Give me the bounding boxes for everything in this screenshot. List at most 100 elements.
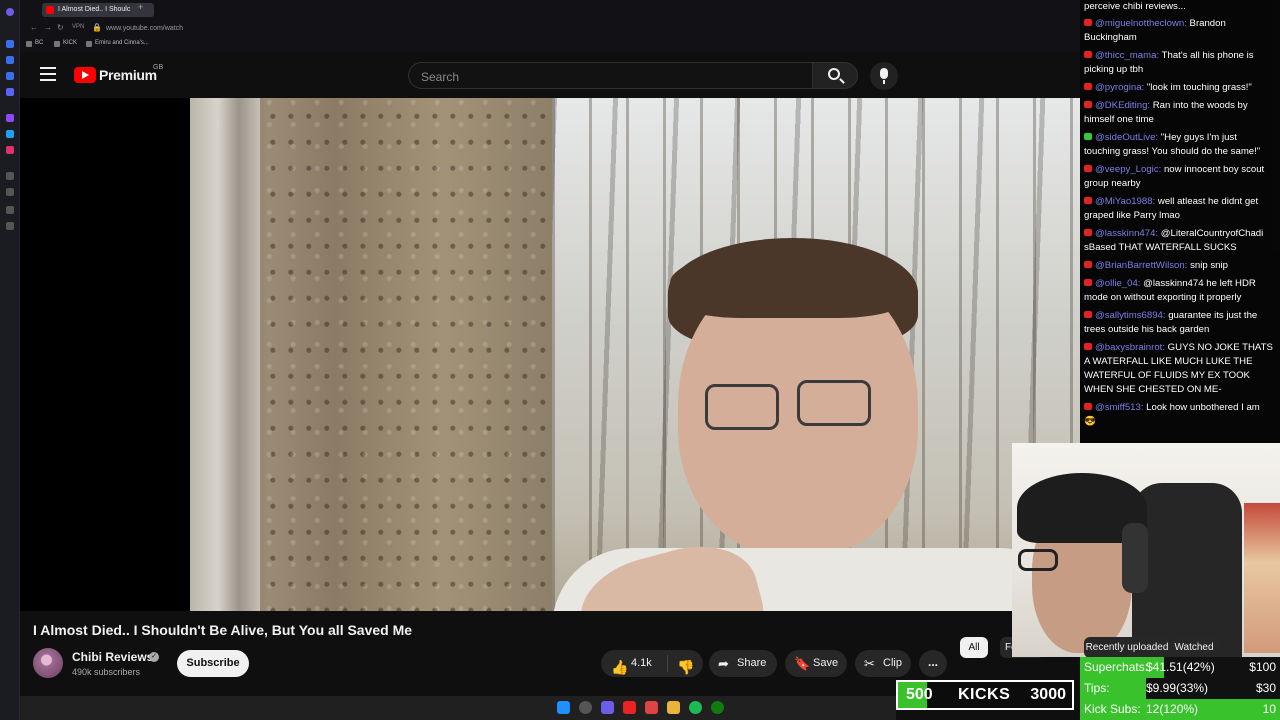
chat-username: @pyrogina: xyxy=(1095,82,1145,93)
chat-message: @lasskinn474: @LiteralCountryofChadi sBa… xyxy=(1084,227,1274,255)
donation-goal: $30 xyxy=(1255,681,1276,695)
donation-goal-row: Kick Subs: 12(120%) 10 xyxy=(1080,699,1280,720)
chat-text: snip snip xyxy=(1190,260,1228,271)
sidebar-app-icon[interactable] xyxy=(6,114,14,122)
chat-message: @sideOutLive: "Hey guys I'm just touchin… xyxy=(1084,131,1274,159)
chat-username: @baxysbrainrot: xyxy=(1095,342,1165,353)
donation-goal-row: Superchats: $41.51(42%) $100 xyxy=(1080,657,1280,678)
save-button[interactable]: 🔖 Save xyxy=(785,650,847,677)
hamburger-menu-icon[interactable] xyxy=(40,67,56,81)
search-button[interactable] xyxy=(812,62,858,89)
chat-username: @smiff513: xyxy=(1095,402,1144,413)
sidebar-app-icon[interactable] xyxy=(6,88,14,96)
chip-all[interactable]: All xyxy=(960,637,988,658)
chat-username: @thicc_mama: xyxy=(1095,50,1160,61)
youtube-badge-icon xyxy=(1084,403,1092,410)
clip-button[interactable]: ✂ Clip xyxy=(855,650,911,677)
search-icon[interactable] xyxy=(579,701,592,714)
kick-badge-icon xyxy=(1084,133,1092,140)
video-frame xyxy=(190,98,1080,611)
donation-goals: Superchats: $41.51(42%) $100 Tips: $9.99(33%… xyxy=(1080,657,1280,720)
donation-value: $9.99(33%) xyxy=(1146,681,1209,695)
youtube-badge-icon xyxy=(1084,101,1092,108)
subscribe-button[interactable]: Subscribe xyxy=(177,650,249,677)
search-icon xyxy=(828,68,840,80)
youtube-premium-logo[interactable]: Premium xyxy=(99,67,157,83)
youtube-favicon-icon xyxy=(46,6,54,14)
youtube-badge-icon xyxy=(1084,83,1092,90)
app-icon[interactable] xyxy=(623,701,636,714)
chat-username: @sideOutLive: xyxy=(1095,132,1159,143)
donation-label: Tips: xyxy=(1084,681,1110,695)
chat-username: @BrianBarrettWilson: xyxy=(1095,260,1188,271)
search-placeholder: Search xyxy=(421,70,460,84)
sidebar-app-icon[interactable] xyxy=(6,146,14,154)
chat-username: @veepy_Logic: xyxy=(1095,164,1162,175)
new-tab-icon[interactable]: + xyxy=(138,2,143,12)
back-icon[interactable]: ← xyxy=(30,23,38,32)
sidebar-app-icon[interactable] xyxy=(6,72,14,80)
donation-label: Superchats: xyxy=(1084,660,1149,674)
app-icon[interactable] xyxy=(601,701,614,714)
windows-taskbar xyxy=(20,696,896,720)
chat-message: @sallytims6894: guarantee its just the t… xyxy=(1084,309,1274,337)
kicks-goal-bar: 500 KICKS 3000 xyxy=(896,680,1074,710)
chat-text: "look im touching grass!" xyxy=(1146,82,1252,93)
sidebar-app-icon[interactable] xyxy=(6,172,14,180)
xbox-icon[interactable] xyxy=(711,701,724,714)
spotify-icon[interactable] xyxy=(689,701,702,714)
region-code: GB xyxy=(153,64,164,71)
voice-search-button[interactable] xyxy=(870,62,898,90)
sidebar-app-icon[interactable] xyxy=(6,206,14,214)
forward-icon[interactable]: → xyxy=(44,23,52,32)
kicks-goal: 3000 xyxy=(1030,686,1066,703)
chat-message: @miguelnottheclown: Brandon Buckingham xyxy=(1084,17,1274,45)
thumbs-up-icon[interactable]: 👍 xyxy=(611,654,628,681)
bookmark-item[interactable]: KICK xyxy=(54,40,77,47)
search-input[interactable]: Search xyxy=(408,62,812,89)
chat-message: @BrianBarrettWilson: snip snip xyxy=(1084,259,1274,273)
video-player[interactable] xyxy=(20,98,1080,611)
bookmark-item[interactable]: BC xyxy=(26,40,43,47)
vpn-badge[interactable]: VPN xyxy=(72,24,84,30)
chat-message: perceive chibi reviews... xyxy=(1084,0,1274,14)
more-actions-button[interactable]: ... xyxy=(919,650,947,677)
chat-overlay: perceive chibi reviews... @miguelnotthecl… xyxy=(1080,0,1280,443)
chat-text: perceive chibi reviews... xyxy=(1084,1,1186,12)
thumbs-down-icon[interactable]: 👎 xyxy=(677,654,694,681)
sidebar-app-icon[interactable] xyxy=(6,56,14,64)
tab-bar: I Almost Died.. I Shoulc + xyxy=(20,0,1080,20)
chat-message: @MiYao1988: well atleast he didnt get gr… xyxy=(1084,195,1274,223)
webcam-overlay xyxy=(1012,443,1280,657)
youtube-logo-icon[interactable] xyxy=(74,67,96,83)
url-field[interactable]: www.youtube.com/watch xyxy=(106,22,526,36)
bookmark-item[interactable]: Emiru and Cinna's... xyxy=(86,40,149,47)
lock-icon: 🔒 xyxy=(92,23,102,32)
share-arrow-icon: ➦ xyxy=(718,656,729,671)
browser-menu-icon[interactable] xyxy=(6,8,14,16)
chip-recently-uploaded[interactable]: Recently uploaded xyxy=(1084,637,1170,658)
sidebar-app-icon[interactable] xyxy=(6,130,14,138)
sidebar-app-icon[interactable] xyxy=(6,40,14,48)
browser-sidebar xyxy=(0,0,20,720)
youtube-badge-icon xyxy=(1084,261,1092,268)
like-count[interactable]: 4.1k xyxy=(631,650,652,677)
chat-message: @smiff513: Look how unbothered I am 😎 xyxy=(1084,401,1274,429)
file-explorer-icon[interactable] xyxy=(667,701,680,714)
reload-icon[interactable]: ↻ xyxy=(57,23,64,32)
channel-name[interactable]: Chibi Reviews xyxy=(72,650,153,664)
chip-watched[interactable]: Watched xyxy=(1170,637,1218,658)
settings-icon[interactable] xyxy=(6,222,14,230)
chat-message: @pyrogina: "look im touching grass!" xyxy=(1084,81,1274,95)
youtube-badge-icon xyxy=(1084,51,1092,58)
channel-avatar[interactable] xyxy=(33,648,63,678)
share-button[interactable]: ➦ Share xyxy=(709,650,777,677)
sidebar-app-icon[interactable] xyxy=(6,188,14,196)
windows-start-icon[interactable] xyxy=(557,701,570,714)
app-icon[interactable] xyxy=(645,701,658,714)
video-title: I Almost Died.. I Shouldn't Be Alive, Bu… xyxy=(33,622,413,638)
kicks-label: KICKS xyxy=(958,686,1011,703)
chat-username: @sallytims6894: xyxy=(1095,310,1166,321)
donation-label: Kick Subs: xyxy=(1084,702,1141,716)
verified-check-icon: ✓ xyxy=(149,652,159,662)
